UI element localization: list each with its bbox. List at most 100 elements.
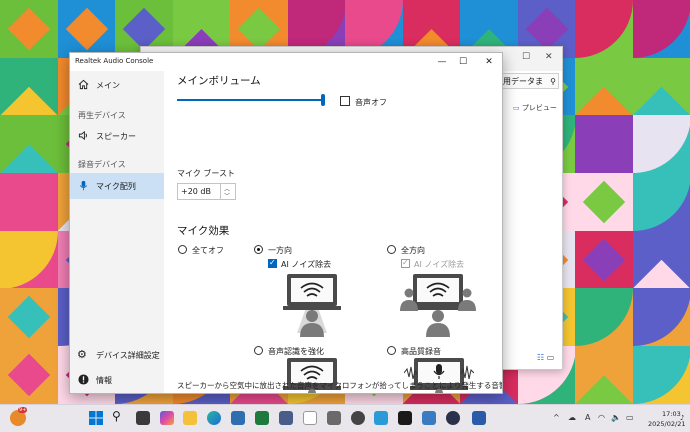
realtek-audio-console-taskbar-icon[interactable] [303,411,317,425]
one-direction-illustration [279,271,345,337]
app-icon-dark[interactable] [446,411,460,425]
option-all-direction-label: 全方向 [401,245,425,256]
chevron-up-icon[interactable]: ^ [553,413,560,422]
preview-icon: ▭ [513,104,520,112]
background-preview-button[interactable]: ▭ プレビュー [513,103,557,113]
wifi-icon[interactable]: ◠ [598,413,605,422]
wallpaper-shape [65,8,107,50]
volume-title: メインボリューム [177,73,261,88]
sidebar-item-label: マイク配列 [96,181,136,192]
sidebar-item-device-settings[interactable]: ⚙ デバイス詳細設定 [70,343,164,367]
copilot-icon[interactable] [160,411,174,425]
clock-time[interactable]: 17:03 [662,410,681,418]
sidebar: メイン 再生デバイス スピーカー 録音デバイス マイク配列 ⚙ デバイス詳細設定 [70,71,164,393]
chevron-down-icon[interactable]: ﹀ [224,191,230,200]
task-view-icon[interactable] [136,411,150,425]
sidebar-item-mic-array[interactable]: マイク配列 [70,173,164,199]
wallpaper-shape [0,87,58,116]
battery-icon[interactable]: ▭ [626,413,634,422]
mute-label: 音声オフ [355,97,387,108]
radio-all-direction[interactable] [387,245,396,254]
volume-slider-thumb[interactable] [321,94,325,106]
gear-icon: ⚙ [77,348,88,359]
wallpaper-shape [8,354,50,396]
wallpaper-shape [583,181,625,223]
terminal-icon[interactable] [398,411,412,425]
wallpaper-tile [575,115,633,173]
option-speech-recognition-label: 音声認識を強化 [268,346,324,357]
sidebar-item-info[interactable]: 情報 [70,368,164,392]
wallpaper-shape [633,288,690,346]
start-icon[interactable] [89,411,103,425]
sidebar-item-home[interactable]: メイン [70,73,164,97]
wallpaper-tile [0,58,58,116]
mic-boost-stepper[interactable]: ︿ ﹀ [221,183,236,200]
wallpaper-tile [575,231,633,289]
background-close-button[interactable]: ✕ [545,52,553,62]
wallpaper-shape [123,8,165,50]
ai-noise-all-direction-checkbox[interactable] [401,259,410,268]
wallpaper-shape [575,0,633,58]
wallpaper-shape [575,375,633,404]
option-high-quality-label: 高品質録音 [401,346,441,357]
camera-icon[interactable] [351,411,365,425]
widgets-button[interactable]: 9+ [10,410,26,426]
radio-all-off[interactable] [178,245,187,254]
wallpaper-shape [0,231,58,289]
ai-noise-one-direction-checkbox[interactable] [268,259,277,268]
ai-noise-one-direction-label: AI ノイズ除去 [281,259,331,270]
realtek-audio-console-window[interactable]: Realtek Audio Console — ☐ ✕ メイン 再生デバイス ス… [69,52,503,394]
wallpaper-tile [58,0,116,58]
notification-badge: 9+ [18,407,27,413]
tiles-view-icon[interactable]: ▭ [547,353,555,362]
playback-devices-header: 再生デバイス [78,110,126,121]
wallpaper-tile [633,346,690,404]
store-icon[interactable] [231,411,245,425]
wallpaper-tile [633,58,690,116]
background-maximize-button[interactable]: ☐ [522,52,530,62]
wallpaper-tile [575,58,633,116]
edge-icon[interactable] [207,411,221,425]
home-icon [78,79,89,90]
wallpaper-tile [0,346,58,404]
radio-speech-recognition[interactable] [254,346,263,355]
microphone-icon [78,180,89,191]
sidebar-item-speaker[interactable]: スピーカー [70,124,164,148]
wallpaper-shape [633,346,690,404]
wallpaper-shape [8,296,50,338]
wallpaper-shape [633,173,690,231]
background-preview-label: プレビュー [522,104,557,112]
background-view-buttons[interactable]: ☷ ▭ [537,353,554,362]
app-icon-chart[interactable] [472,411,486,425]
mic-boost-value[interactable]: +20 dB [177,183,221,200]
radio-one-direction[interactable] [254,245,263,254]
app-icon-gray[interactable] [327,411,341,425]
wallpaper-tile [633,231,690,289]
app-icon-blue[interactable] [279,411,293,425]
volume-icon[interactable]: 🔈 [611,413,621,422]
sidebar-item-label: スピーカー [96,131,136,142]
wallpaper-shape [633,260,690,289]
volume-slider-track[interactable] [177,99,321,101]
window-title: Realtek Audio Console [75,57,153,65]
search-icon[interactable]: ⚲ [112,409,126,423]
wallpaper-tile [633,288,690,346]
wallpaper-shape [0,144,58,173]
mute-checkbox[interactable] [340,96,350,106]
wallpaper-shape [575,288,633,346]
details-view-icon[interactable]: ☷ [537,353,544,362]
file-explorer-icon[interactable] [183,411,197,425]
app-icon-green[interactable] [255,411,269,425]
radio-high-quality[interactable] [387,346,396,355]
ime-indicator[interactable]: A [585,413,590,422]
wallpaper-tile [633,0,690,58]
cloud-icon[interactable]: ☁ [568,413,576,422]
bell-icon[interactable]: ♪ [680,414,684,422]
background-search-input[interactable]: 用データま ⚲ [499,73,559,89]
info-icon [78,374,89,385]
wallpaper-tile [575,0,633,58]
app-icon-steel[interactable] [422,411,436,425]
close-button[interactable]: ✕ [474,55,503,69]
app-icon-cyan[interactable] [374,411,388,425]
search-icon: ⚲ [550,74,556,90]
